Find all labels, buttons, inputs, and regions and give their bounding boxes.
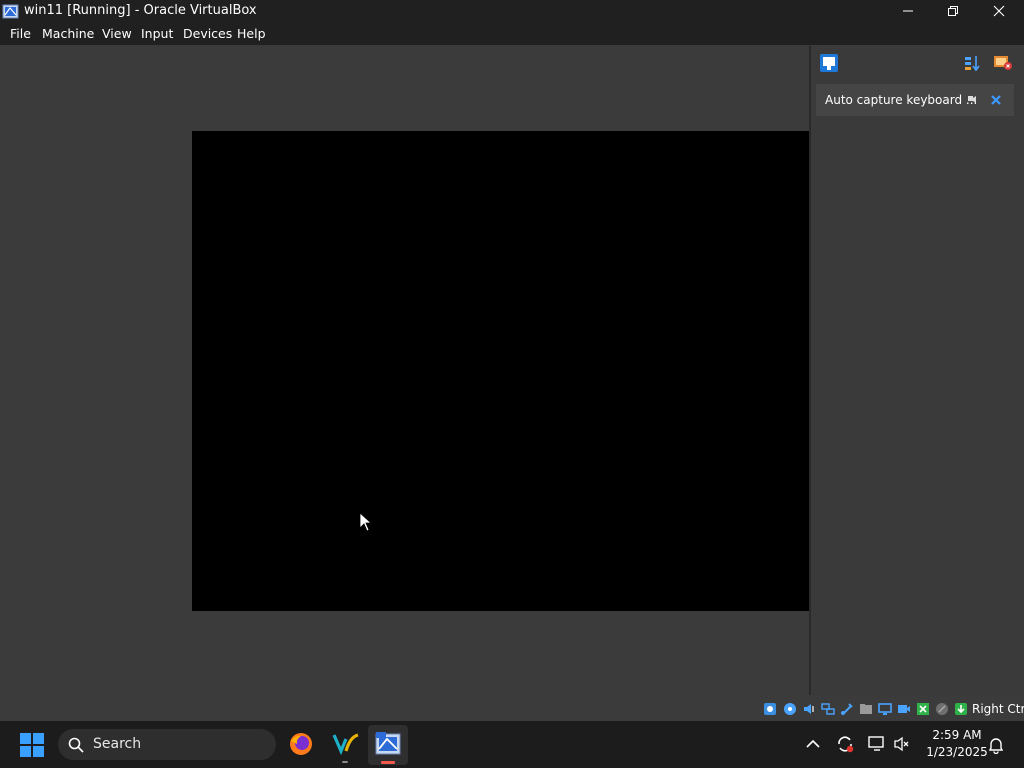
menu-input[interactable]: Input (141, 26, 173, 41)
notification-bell-icon[interactable] (988, 736, 1004, 754)
display-icon[interactable] (878, 702, 892, 716)
mouse-pointer-icon (359, 512, 373, 532)
search-label: Search (93, 736, 142, 752)
menu-view[interactable]: View (102, 26, 132, 41)
optical-drive-icon[interactable] (783, 702, 797, 716)
shared-folders-icon[interactable] (859, 702, 873, 716)
window-title: win11 [Running] - Oracle VirtualBox (24, 3, 257, 18)
vm-status-bar: Right Ctrl (0, 698, 1024, 721)
menu-machine[interactable]: Machine (42, 26, 94, 41)
virtualbox-icon (375, 732, 401, 755)
keyboard-icon[interactable] (954, 702, 968, 716)
start-icon[interactable] (20, 733, 44, 757)
visual-studio-code-icon[interactable] (332, 731, 360, 757)
firefox-icon[interactable] (288, 731, 314, 757)
taskbar: Search 2:59 AM 1/23/2025 (0, 721, 1024, 768)
clock-date[interactable]: 1/23/2025 (922, 745, 992, 759)
menu-bar: File Machine View Input Devices Help (0, 23, 1024, 45)
recording-icon[interactable] (897, 702, 911, 716)
close-icon (993, 5, 1005, 17)
sort-icon[interactable] (963, 54, 981, 72)
title-bar: win11 [Running] - Oracle VirtualBox (0, 0, 1024, 23)
clock-time[interactable]: 2:59 AM (922, 728, 992, 742)
notification-text: Auto capture keyboard ... (825, 93, 978, 107)
restore-button[interactable] (930, 0, 976, 23)
close-button[interactable] (976, 0, 1022, 23)
menu-devices[interactable]: Devices (183, 26, 232, 41)
network-display-icon[interactable] (868, 735, 886, 753)
menu-help[interactable]: Help (237, 26, 266, 41)
volume-muted-icon[interactable] (893, 735, 911, 753)
vscode-running-indicator (342, 761, 348, 763)
mouse-integration-icon[interactable] (935, 702, 949, 716)
virtualbox-icon (2, 4, 19, 19)
hard-disk-icon[interactable] (763, 702, 777, 716)
audio-icon[interactable] (802, 702, 816, 716)
chevron-up-icon[interactable] (806, 739, 820, 749)
host-key-label: Right Ctrl (972, 702, 1024, 716)
minimize-icon (903, 10, 913, 12)
search-icon (68, 737, 84, 753)
notification-center-icon[interactable] (819, 53, 839, 73)
dismiss-notification-icon[interactable] (990, 94, 1002, 106)
virtualbox-taskbar-button[interactable] (368, 725, 408, 765)
clear-notifications-icon[interactable] (993, 54, 1013, 72)
minimize-button[interactable] (885, 0, 931, 23)
notification-card[interactable]: Auto capture keyboard ... (816, 84, 1014, 116)
taskbar-search-box[interactable]: Search (58, 729, 276, 760)
guest-screen[interactable] (192, 131, 810, 611)
update-sync-icon[interactable] (836, 735, 854, 753)
usb-icon[interactable] (840, 702, 854, 716)
restore-icon (948, 6, 958, 16)
pin-icon[interactable] (966, 94, 978, 106)
menu-file[interactable]: File (10, 26, 31, 41)
cpu-icon[interactable] (916, 702, 930, 716)
notification-center (809, 46, 1024, 695)
virtualbox-active-indicator (381, 761, 395, 764)
network-icon[interactable] (821, 702, 835, 716)
